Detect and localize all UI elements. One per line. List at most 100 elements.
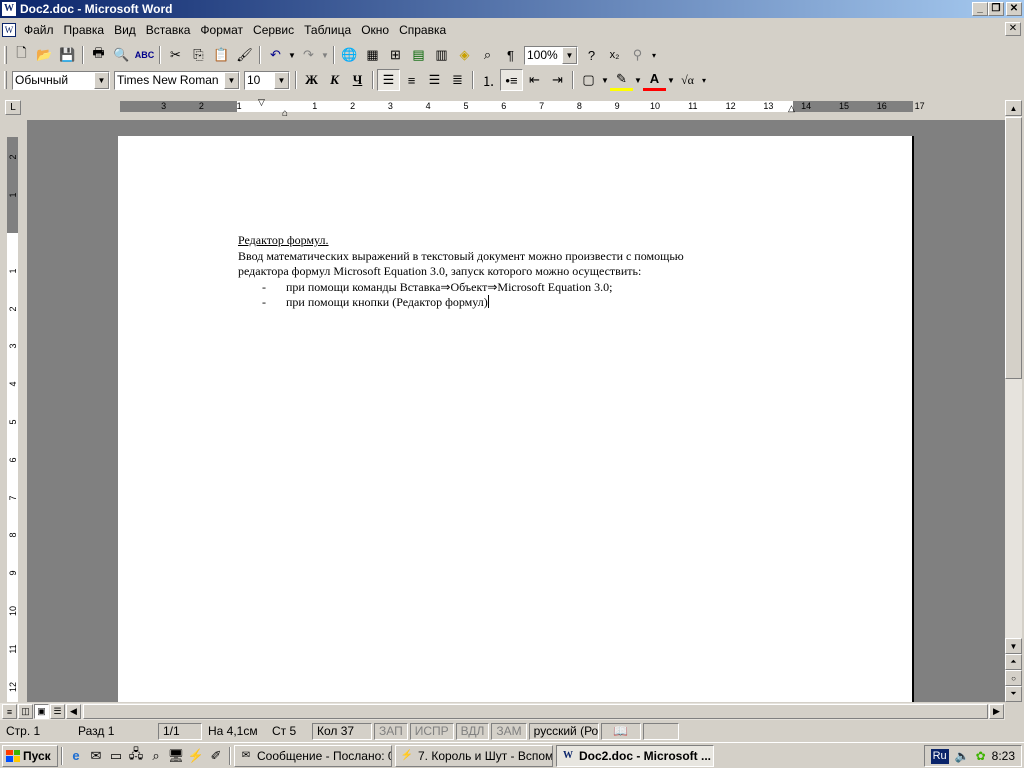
close-button[interactable]: ✕ [1006, 2, 1022, 16]
increase-indent-icon[interactable]: ⇥ [546, 69, 569, 91]
next-page-icon[interactable]: ⏷ [1005, 686, 1022, 702]
menu-help[interactable]: Справка [394, 23, 451, 37]
align-left-icon[interactable]: ☰ [377, 69, 400, 91]
horizontal-scrollbar[interactable]: ≡ ◫ ▣ ☰ ◀ ▶ [0, 703, 1005, 720]
insert-table-icon[interactable]: ⊞ [384, 44, 407, 66]
show-hide-icon[interactable]: ¶ [499, 44, 522, 66]
undo-icon[interactable]: ↶ [264, 44, 287, 66]
chevron-down-icon[interactable]: ▼ [562, 46, 577, 64]
document-map-icon[interactable]: ⌕ [476, 44, 499, 66]
right-indent-icon[interactable]: △ [788, 103, 795, 114]
decrease-indent-icon[interactable]: ⇤ [523, 69, 546, 91]
zoom-combo[interactable]: 100% ▼ [524, 45, 578, 65]
computer-icon[interactable]: 🖥 [166, 746, 186, 766]
save-icon[interactable]: 💾 [56, 44, 79, 66]
subscript-icon[interactable]: x₂ [603, 44, 626, 66]
scroll-thumb[interactable] [83, 704, 988, 719]
toolbar-options-icon[interactable]: ▾ [699, 76, 709, 85]
highlight-icon[interactable]: ✎ [610, 69, 633, 91]
undo-dropdown-icon[interactable]: ▼ [287, 51, 297, 60]
status-extend[interactable]: ВДЛ [455, 722, 490, 740]
document-page[interactable]: Редактор формул. Ввод математических выр… [118, 136, 914, 702]
font-color-dropdown-icon[interactable]: ▼ [666, 76, 676, 85]
browse-object-icon[interactable]: ○ [1005, 670, 1022, 686]
minimize-button[interactable]: _ [972, 2, 988, 16]
drawing-icon[interactable]: ◈ [453, 44, 476, 66]
bold-button[interactable]: Ж [300, 69, 323, 91]
document-close-button[interactable]: ✕ [1005, 22, 1021, 36]
menu-edit[interactable]: Правка [59, 23, 110, 37]
chevron-down-icon[interactable]: ▼ [94, 71, 109, 89]
paste-icon[interactable]: 📋 [210, 44, 233, 66]
menu-file[interactable]: Файл [19, 23, 59, 37]
chevron-down-icon[interactable]: ▼ [224, 71, 239, 89]
status-overtype[interactable]: ЗАМ [491, 722, 527, 740]
copy-icon[interactable]: ⎘ [187, 44, 210, 66]
language-indicator[interactable]: Ru [930, 748, 949, 764]
print-layout-icon[interactable]: ▣ [34, 704, 49, 719]
previous-page-icon[interactable]: ⏶ [1005, 654, 1022, 670]
font-color-icon[interactable]: A [643, 69, 666, 91]
insert-excel-icon[interactable]: ▤ [407, 44, 430, 66]
toolbar-grip[interactable] [4, 46, 7, 64]
style-combo[interactable]: Обычный ▼ [12, 70, 110, 90]
align-right-icon[interactable]: ☰ [423, 69, 446, 91]
spelling-status-icon[interactable]: 📖 [600, 722, 641, 740]
borders-icon[interactable]: ▢ [577, 69, 600, 91]
outline-view-icon[interactable]: ☰ [50, 704, 65, 719]
search-icon[interactable]: ⌕ [146, 746, 166, 766]
chevron-down-icon[interactable]: ▼ [274, 71, 289, 89]
redo-dropdown-icon[interactable]: ▼ [320, 51, 330, 60]
equation-editor-icon[interactable]: √α [676, 69, 699, 91]
toolbar-grip[interactable] [4, 71, 7, 89]
print-icon[interactable]: 🖶 [87, 44, 110, 66]
word-app-icon[interactable]: W [2, 2, 16, 16]
menu-window[interactable]: Окно [356, 23, 394, 37]
menu-insert[interactable]: Вставка [141, 23, 196, 37]
hyperlink-icon[interactable]: 🌐 [338, 44, 361, 66]
icq-icon[interactable]: ✿ [976, 749, 986, 763]
format-painter-icon[interactable]: 🖌 [233, 44, 256, 66]
eraser-icon[interactable]: ✐ [206, 746, 226, 766]
status-record[interactable]: ЗАП [374, 722, 408, 740]
tables-borders-icon[interactable]: ▦ [361, 44, 384, 66]
new-icon[interactable]: 🗋 [10, 44, 33, 66]
numbering-icon[interactable]: ⒈ [477, 69, 500, 91]
cut-icon[interactable]: ✂ [164, 44, 187, 66]
scroll-thumb[interactable] [1005, 117, 1022, 379]
normal-view-icon[interactable]: ≡ [2, 704, 17, 719]
task-winamp[interactable]: ⚡ 7. Король и Шут - Вспом... [395, 744, 553, 767]
scroll-up-icon[interactable]: ▲ [1005, 100, 1022, 116]
task-message[interactable]: ✉ Сообщение - Послано: 0... [234, 744, 392, 767]
desktop-icon[interactable]: ▭ [106, 746, 126, 766]
font-size-combo[interactable]: 10 ▼ [244, 70, 290, 90]
vertical-scrollbar[interactable]: ▲ ▼ ⏶ ○ ⏷ [1005, 100, 1022, 702]
outlook-express-icon[interactable]: ✉ [86, 746, 106, 766]
start-button[interactable]: Пуск [2, 744, 58, 767]
vertical-ruler[interactable]: 2 1 1 2 3 4 5 6 7 8 9 10 11 12 [5, 120, 21, 702]
first-line-indent-icon[interactable]: ▽ [258, 97, 265, 108]
columns-icon[interactable]: ▥ [430, 44, 453, 66]
menu-tools[interactable]: Сервис [248, 23, 299, 37]
font-combo[interactable]: Times New Roman ▼ [114, 70, 240, 90]
redo-icon[interactable]: ↷ [297, 44, 320, 66]
justify-icon[interactable]: ≣ [446, 69, 469, 91]
scroll-right-icon[interactable]: ▶ [989, 704, 1004, 719]
web-view-icon[interactable]: ◫ [18, 704, 33, 719]
menu-view[interactable]: Вид [109, 23, 141, 37]
tab-selector[interactable]: L [5, 100, 21, 115]
menu-format[interactable]: Формат [195, 23, 248, 37]
open-icon[interactable]: 📂 [33, 44, 56, 66]
network-icon[interactable]: 🖧 [126, 746, 146, 766]
italic-button[interactable]: К [323, 69, 346, 91]
help-icon[interactable]: ? [580, 44, 603, 66]
tree-icon[interactable]: ⚲ [626, 44, 649, 66]
document-icon[interactable]: W [2, 23, 16, 37]
scroll-down-icon[interactable]: ▼ [1005, 638, 1022, 654]
print-preview-icon[interactable]: 🔍 [110, 44, 133, 66]
status-language[interactable]: русский (Ро [528, 722, 599, 740]
highlight-dropdown-icon[interactable]: ▼ [633, 76, 643, 85]
horizontal-ruler[interactable]: 3 2 1 1 2 3 4 5 6 7 8 9 10 11 12 13 14 15 16 17 ⌂ ▽ △ [27, 97, 1005, 119]
status-track-changes[interactable]: ИСПР [409, 722, 454, 740]
bullets-icon[interactable]: •≡ [500, 69, 523, 91]
